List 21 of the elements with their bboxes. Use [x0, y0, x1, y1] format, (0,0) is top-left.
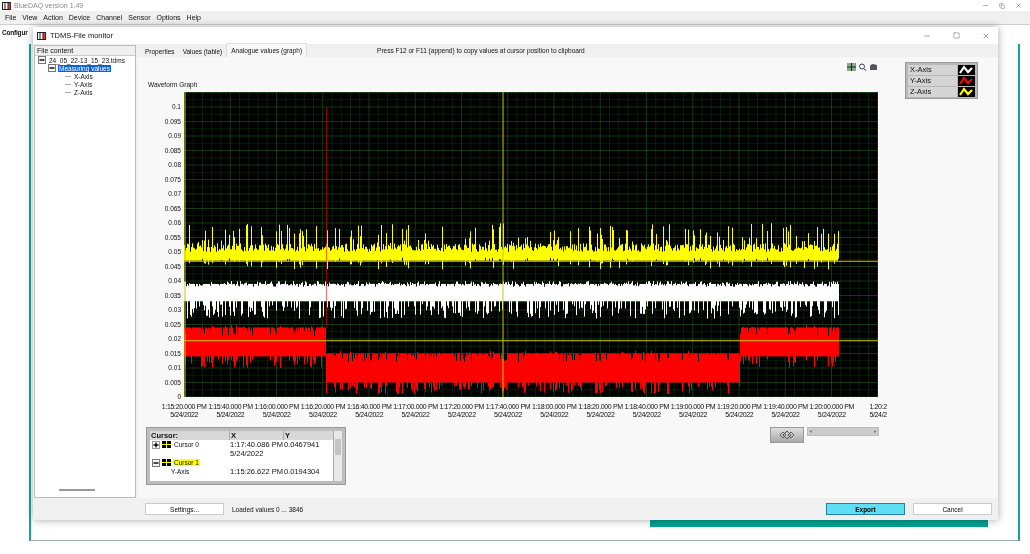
- crosshair-icon[interactable]: [847, 63, 856, 71]
- scrollbar[interactable]: [807, 427, 879, 436]
- maximize-icon[interactable]: [953, 32, 960, 39]
- collapse-icon[interactable]: [48, 64, 56, 72]
- zoom-icon[interactable]: [858, 63, 867, 71]
- collapse-icon[interactable]: [152, 459, 160, 467]
- scrollbar[interactable]: [59, 489, 95, 491]
- expand-icon[interactable]: [152, 441, 160, 449]
- collapse-icon[interactable]: [38, 56, 46, 64]
- cursor-icon: [162, 441, 171, 448]
- left-arrow-icon[interactable]: [808, 429, 813, 434]
- pan-icon: [778, 430, 796, 440]
- close-icon[interactable]: [982, 31, 990, 40]
- scrollbar[interactable]: [333, 431, 342, 481]
- logo-icon: [37, 31, 46, 40]
- right-arrow-icon[interactable]: [873, 429, 878, 434]
- restore-icon[interactable]: [999, 2, 1005, 9]
- cursor-icon: [162, 459, 171, 466]
- pan-button[interactable]: [770, 427, 804, 443]
- minimize-icon[interactable]: [982, 2, 989, 9]
- close-icon[interactable]: [1015, 2, 1022, 9]
